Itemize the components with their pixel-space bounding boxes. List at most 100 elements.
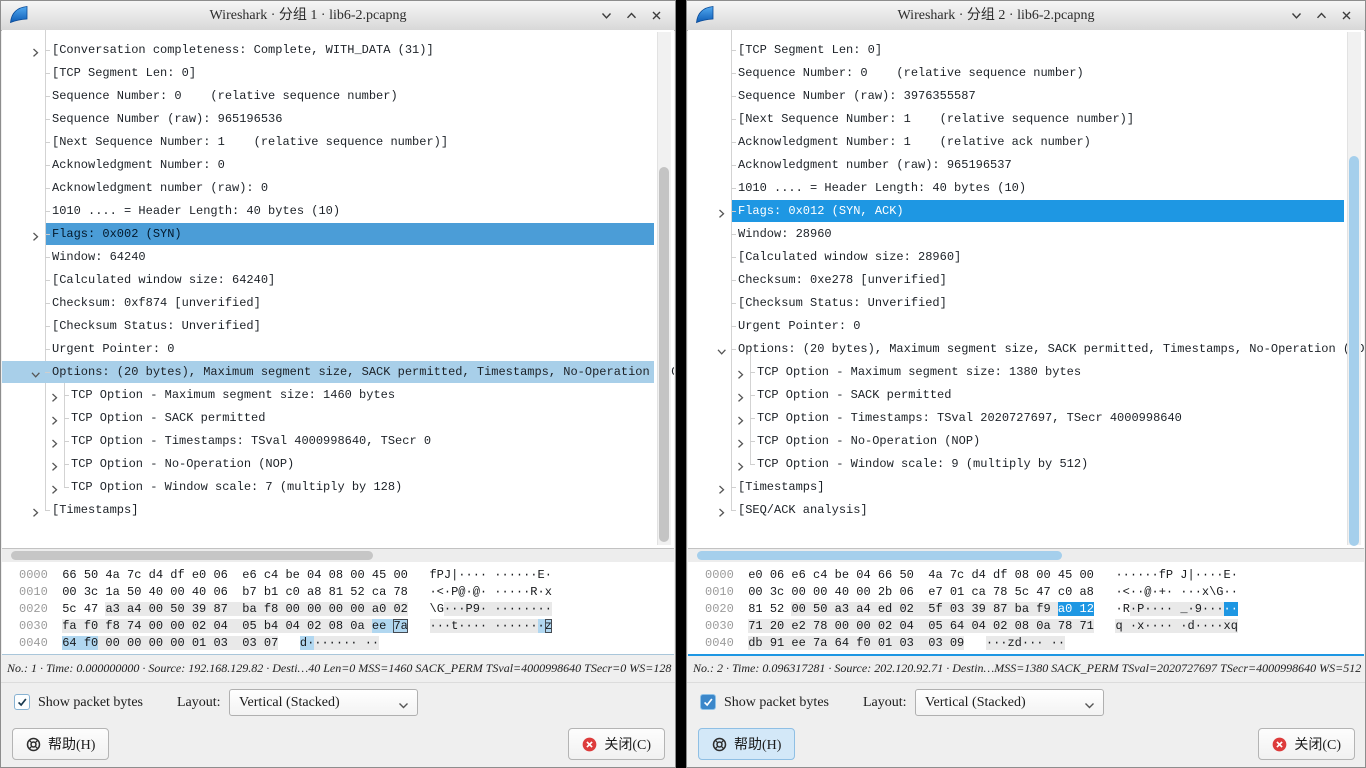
tree-row[interactable]: 1010 .... = Header Length: 40 bytes (10) bbox=[2, 200, 654, 223]
wireshark-packet-dialog-1: Wireshark · 分组 1 · lib6-2.pcapng [Conver… bbox=[0, 0, 676, 768]
tree-row[interactable]: [TCP Segment Len: 0] bbox=[688, 39, 1344, 62]
help-button-label: 帮助(H) bbox=[734, 734, 781, 754]
tree-vertical-scrollbar[interactable] bbox=[1347, 32, 1361, 545]
tree-row[interactable]: TCP Option - Timestamps: TSval 202072769… bbox=[688, 407, 1344, 430]
help-button-label: 帮助(H) bbox=[48, 734, 95, 754]
hex-row[interactable]: 0020 81 52 00 50 a3 a4 ed 02 5f 03 39 87… bbox=[705, 601, 1364, 618]
close-window-icon[interactable] bbox=[1334, 3, 1359, 28]
tree-horizontal-scrollbar[interactable] bbox=[2, 549, 674, 562]
tree-row[interactable]: Sequence Number (raw): 3976355587 bbox=[688, 85, 1344, 108]
hex-row[interactable]: 0000 66 50 4a 7c d4 df e0 06 e6 c4 be 04… bbox=[19, 567, 674, 584]
layout-dropdown-value: Vertical (Stacked) bbox=[925, 690, 1026, 715]
tree-row[interactable]: Acknowledgment Number: 1 (relative ack n… bbox=[688, 131, 1344, 154]
tree-row[interactable]: Sequence Number: 0 (relative sequence nu… bbox=[688, 62, 1344, 85]
show-packet-bytes-label: Show packet bytes bbox=[724, 684, 829, 722]
hex-row[interactable]: 0010 00 3c 00 00 40 00 2b 06 e7 01 ca 78… bbox=[705, 584, 1364, 601]
tree-row[interactable]: Acknowledgment number (raw): 965196537 bbox=[688, 154, 1344, 177]
tree-row[interactable]: [Next Sequence Number: 1 (relative seque… bbox=[688, 108, 1344, 131]
tree-row[interactable]: [Checksum Status: Unverified] bbox=[2, 315, 654, 338]
tree-row[interactable]: Options: (20 bytes), Maximum segment siz… bbox=[688, 338, 1344, 361]
wireshark-logo-icon bbox=[694, 4, 716, 26]
tree-row[interactable]: TCP Option - Window scale: 9 (multiply b… bbox=[688, 453, 1344, 476]
tree-row[interactable]: Acknowledgment number (raw): 0 bbox=[2, 177, 654, 200]
horizontal-scrollbar-thumb[interactable] bbox=[697, 551, 1062, 560]
tree-row[interactable]: [Conversation completeness: Complete, WI… bbox=[2, 39, 654, 62]
hex-row[interactable]: 0030 fa f0 f8 74 00 00 02 04 05 b4 04 02… bbox=[19, 618, 674, 635]
tree-row[interactable]: [Calculated window size: 28960] bbox=[688, 246, 1344, 269]
tree-row[interactable]: [TCP Segment Len: 0] bbox=[2, 62, 654, 85]
packet-detail-tree: [Conversation completeness: Complete, WI… bbox=[2, 30, 674, 549]
tree-row[interactable]: TCP Option - Timestamps: TSval 400099864… bbox=[2, 430, 654, 453]
tree-row[interactable]: Acknowledgment Number: 0 bbox=[2, 154, 654, 177]
window-title: Wireshark · 分组 1 · lib6-2.pcapng bbox=[41, 1, 575, 30]
tree-row[interactable]: [Checksum Status: Unverified] bbox=[688, 292, 1344, 315]
tree-row[interactable]: Window: 28960 bbox=[688, 223, 1344, 246]
packet-bytes-pane[interactable]: 0000 e0 06 e6 c4 be 04 66 50 4a 7c d4 df… bbox=[688, 562, 1364, 656]
show-packet-bytes-checkbox[interactable] bbox=[700, 694, 716, 710]
help-button[interactable]: 帮助(H) bbox=[698, 728, 795, 760]
vertical-scrollbar-thumb[interactable] bbox=[1349, 156, 1359, 546]
hex-row[interactable]: 0000 e0 06 e6 c4 be 04 66 50 4a 7c d4 df… bbox=[705, 567, 1364, 584]
close-button[interactable]: 关闭(C) bbox=[1258, 728, 1355, 760]
vertical-scrollbar-thumb[interactable] bbox=[659, 167, 669, 542]
tree-row[interactable]: Sequence Number: 0 (relative sequence nu… bbox=[2, 85, 654, 108]
wireshark-packet-dialog-2: Wireshark · 分组 2 · lib6-2.pcapng [TCP Se… bbox=[686, 0, 1366, 768]
tree-row[interactable]: Options: (20 bytes), Maximum segment siz… bbox=[2, 361, 654, 384]
tree-row[interactable]: TCP Option - Window scale: 7 (multiply b… bbox=[2, 476, 654, 499]
packet-summary-line: No.: 2 · Time: 0.096317281 · Source: 202… bbox=[687, 656, 1365, 683]
layout-dropdown[interactable]: Vertical (Stacked) bbox=[229, 689, 418, 716]
tree-row[interactable]: [Timestamps] bbox=[2, 499, 654, 522]
tree-row[interactable]: TCP Option - SACK permitted bbox=[688, 384, 1344, 407]
tree-row[interactable]: TCP Option - No-Operation (NOP) bbox=[688, 430, 1344, 453]
button-row: 帮助(H) 关闭(C) bbox=[1, 723, 675, 768]
tree-row[interactable]: Checksum: 0xe278 [unverified] bbox=[688, 269, 1344, 292]
close-circle-icon bbox=[582, 737, 597, 752]
close-circle-icon bbox=[1272, 737, 1287, 752]
tree-row[interactable]: TCP Option - Maximum segment size: 1460 … bbox=[2, 384, 654, 407]
tree-row[interactable]: [Calculated window size: 64240] bbox=[2, 269, 654, 292]
close-window-icon[interactable] bbox=[644, 3, 669, 28]
tree-row[interactable]: Checksum: 0xf874 [unverified] bbox=[2, 292, 654, 315]
hex-row[interactable]: 0040 db 91 ee 7a 64 f0 01 03 03 09 ···zd… bbox=[705, 635, 1364, 652]
show-packet-bytes-label: Show packet bytes bbox=[38, 684, 143, 722]
tree-row[interactable]: [Next Sequence Number: 1 (relative seque… bbox=[2, 131, 654, 154]
tree-horizontal-scrollbar[interactable] bbox=[688, 549, 1364, 562]
minimize-icon[interactable] bbox=[1284, 3, 1309, 28]
packet-summary-line: No.: 1 · Time: 0.000000000 · Source: 192… bbox=[1, 656, 675, 683]
tree-row[interactable]: Urgent Pointer: 0 bbox=[2, 338, 654, 361]
tree-vertical-scrollbar[interactable] bbox=[657, 32, 671, 545]
tree-row[interactable]: Window: 64240 bbox=[2, 246, 654, 269]
layout-label: Layout: bbox=[863, 684, 907, 722]
hex-row[interactable]: 0040 64 f0 00 00 00 00 01 03 03 07 d····… bbox=[19, 635, 674, 652]
controls-row: Show packet bytes Layout: Vertical (Stac… bbox=[687, 684, 1365, 722]
tree-row[interactable]: TCP Option - Maximum segment size: 1380 … bbox=[688, 361, 1344, 384]
minimize-icon[interactable] bbox=[594, 3, 619, 28]
tree-row[interactable]: Urgent Pointer: 0 bbox=[688, 315, 1344, 338]
help-button[interactable]: 帮助(H) bbox=[12, 728, 109, 760]
tree-row[interactable]: Sequence Number (raw): 965196536 bbox=[2, 108, 654, 131]
tree-row[interactable]: 1010 .... = Header Length: 40 bytes (10) bbox=[688, 177, 1344, 200]
tree-row[interactable]: [Timestamps] bbox=[688, 476, 1344, 499]
titlebar[interactable]: Wireshark · 分组 2 · lib6-2.pcapng bbox=[687, 1, 1365, 31]
hex-row[interactable]: 0010 00 3c 1a 50 40 00 40 06 b7 b1 c0 a8… bbox=[19, 584, 674, 601]
show-packet-bytes-checkbox[interactable] bbox=[14, 694, 30, 710]
maximize-icon[interactable] bbox=[1309, 3, 1334, 28]
layout-dropdown[interactable]: Vertical (Stacked) bbox=[915, 689, 1104, 716]
tree-row[interactable]: [SEQ/ACK analysis] bbox=[688, 499, 1344, 522]
tree-row[interactable]: Flags: 0x012 (SYN, ACK) bbox=[688, 200, 1344, 223]
maximize-icon[interactable] bbox=[619, 3, 644, 28]
chevron-down-icon bbox=[398, 698, 409, 716]
tree-row[interactable]: TCP Option - No-Operation (NOP) bbox=[2, 453, 654, 476]
packet-detail-tree: [TCP Segment Len: 0]Sequence Number: 0 (… bbox=[688, 30, 1364, 549]
close-button[interactable]: 关闭(C) bbox=[568, 728, 665, 760]
tree-row[interactable]: Flags: 0x002 (SYN) bbox=[2, 223, 654, 246]
titlebar[interactable]: Wireshark · 分组 1 · lib6-2.pcapng bbox=[1, 1, 675, 31]
hex-row[interactable]: 0030 71 20 e2 78 00 00 02 04 05 64 04 02… bbox=[705, 618, 1364, 635]
window-title: Wireshark · 分组 2 · lib6-2.pcapng bbox=[727, 1, 1265, 30]
hex-row[interactable]: 0020 5c 47 a3 a4 00 50 39 87 ba f8 00 00… bbox=[19, 601, 674, 618]
packet-bytes-pane[interactable]: 0000 66 50 4a 7c d4 df e0 06 e6 c4 be 04… bbox=[2, 562, 674, 655]
button-row: 帮助(H) 关闭(C) bbox=[687, 723, 1365, 768]
horizontal-scrollbar-thumb[interactable] bbox=[11, 551, 373, 560]
tree-row[interactable]: TCP Option - SACK permitted bbox=[2, 407, 654, 430]
close-button-label: 关闭(C) bbox=[1294, 734, 1341, 754]
